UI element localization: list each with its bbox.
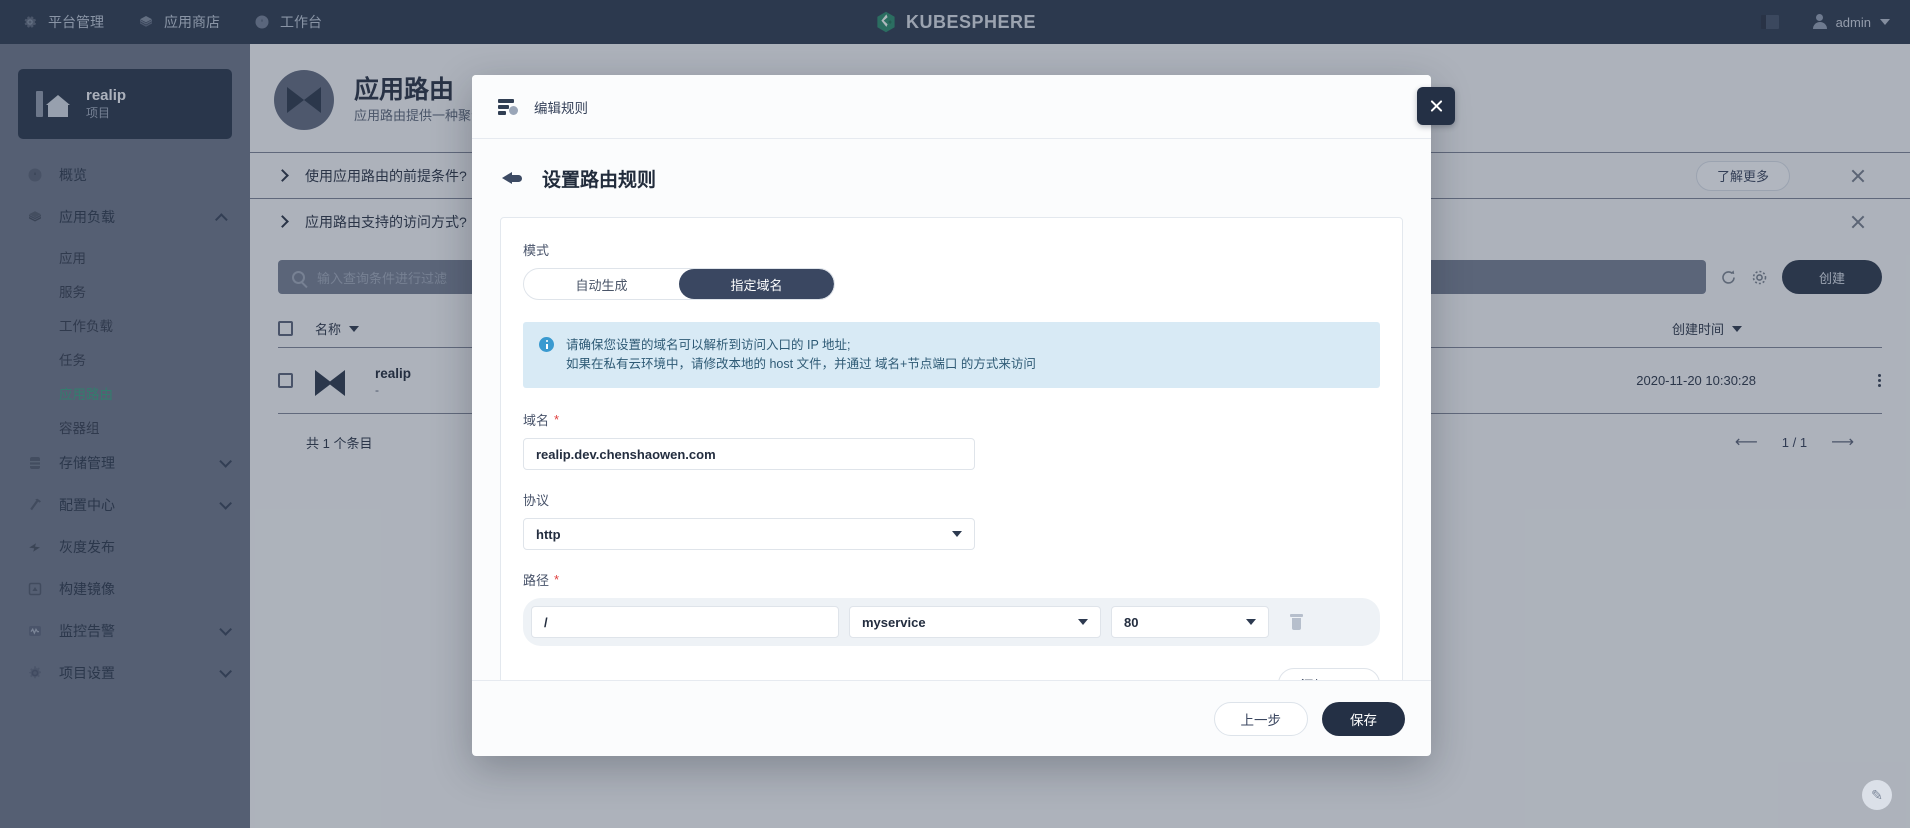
add-path-row: 添加 Path bbox=[523, 668, 1380, 680]
step-title: 设置路由规则 bbox=[542, 169, 657, 191]
step-header: 设置路由规则 bbox=[498, 139, 1405, 217]
service-select[interactable]: myservice bbox=[849, 606, 1101, 638]
service-select-value: myservice bbox=[862, 614, 926, 630]
info-alert: 请确保您设置的域名可以解析到访问入口的 IP 地址; 如果在私有云环境中，请修改… bbox=[523, 322, 1380, 388]
delete-path-button[interactable] bbox=[1279, 614, 1313, 630]
domain-label-text: 域名 bbox=[523, 413, 550, 428]
alert-line-1: 请确保您设置的域名可以解析到访问入口的 IP 地址; bbox=[566, 338, 851, 352]
domain-input-value: realip.dev.chenshaowen.com bbox=[536, 446, 716, 462]
mode-label-text: 模式 bbox=[523, 243, 550, 258]
chevron-down-icon bbox=[1246, 619, 1256, 625]
domain-label: 域名 * bbox=[523, 410, 1380, 429]
protocol-label: 协议 bbox=[523, 490, 1380, 509]
modal-body: 设置路由规则 模式 自动生成 指定域名 请确保您设置的域名可以解析到访问入口的 … bbox=[472, 139, 1431, 680]
domain-input[interactable]: realip.dev.chenshaowen.com bbox=[523, 438, 975, 470]
back-arrow-icon[interactable] bbox=[502, 170, 522, 186]
chevron-down-icon bbox=[952, 531, 962, 537]
mode-option-auto[interactable]: 自动生成 bbox=[524, 269, 679, 299]
port-select[interactable]: 80 bbox=[1111, 606, 1269, 638]
add-path-button[interactable]: 添加 Path bbox=[1277, 668, 1380, 680]
edit-rule-modal: 编辑规则 设置路由规则 模式 自动生成 指定域名 请确保您设置的域名可以解析到访… bbox=[472, 75, 1455, 756]
path-label-text: 路径 bbox=[523, 573, 550, 588]
path-row: / myservice 80 bbox=[523, 598, 1380, 646]
required-marker: * bbox=[554, 571, 560, 587]
rule-form-card: 模式 自动生成 指定域名 请确保您设置的域名可以解析到访问入口的 IP 地址; … bbox=[500, 217, 1403, 680]
protocol-select-value: http bbox=[536, 526, 561, 542]
close-icon bbox=[1429, 99, 1444, 114]
modal-footer: 上一步 保存 bbox=[472, 680, 1431, 756]
mode-toggle: 自动生成 指定域名 bbox=[523, 268, 835, 300]
chevron-down-icon bbox=[1078, 619, 1088, 625]
feedback-fab[interactable]: ✎ bbox=[1862, 780, 1892, 810]
rule-icon bbox=[498, 98, 518, 115]
save-button[interactable]: 保存 bbox=[1322, 701, 1405, 736]
path-input[interactable]: / bbox=[531, 606, 839, 638]
previous-step-button[interactable]: 上一步 bbox=[1213, 701, 1308, 736]
required-marker: * bbox=[554, 411, 560, 427]
modal-title: 编辑规则 bbox=[534, 100, 588, 116]
mode-label: 模式 bbox=[523, 240, 1380, 259]
close-button[interactable] bbox=[1417, 87, 1455, 125]
info-icon bbox=[539, 337, 554, 352]
protocol-label-text: 协议 bbox=[523, 493, 550, 508]
modal-header: 编辑规则 bbox=[472, 75, 1455, 139]
protocol-select[interactable]: http bbox=[523, 518, 975, 550]
pencil-icon: ✎ bbox=[1871, 786, 1883, 803]
trash-icon bbox=[1289, 614, 1303, 630]
path-input-value: / bbox=[544, 614, 548, 630]
mode-option-custom-domain[interactable]: 指定域名 bbox=[679, 269, 834, 299]
alert-line-2: 如果在私有云环境中，请修改本地的 host 文件，并通过 域名+节点端口 的方式… bbox=[566, 357, 1036, 371]
path-label: 路径 * bbox=[523, 570, 1380, 589]
port-select-value: 80 bbox=[1124, 614, 1139, 630]
